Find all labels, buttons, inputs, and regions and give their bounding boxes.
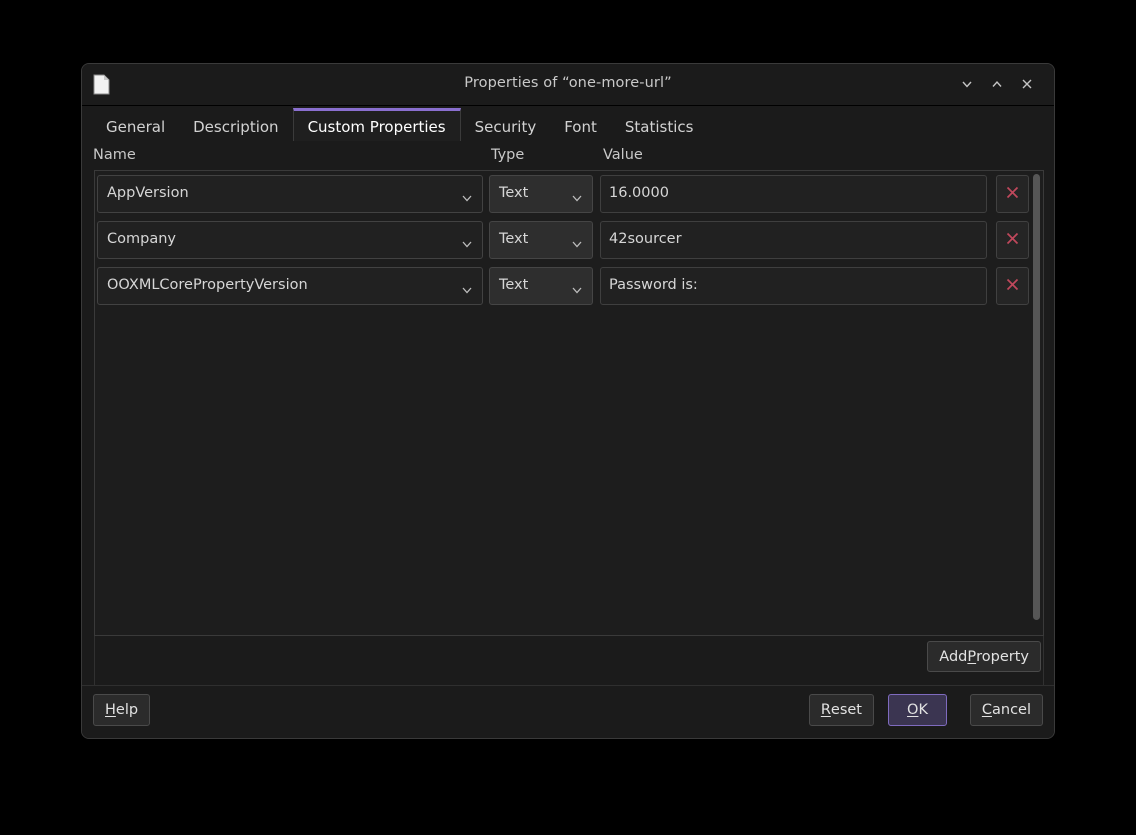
title-bar: Properties of “one-more-url” [82, 64, 1054, 106]
property-type-value: Text [499, 185, 529, 201]
property-type-dropdown[interactable]: Text [489, 175, 593, 213]
property-value-input[interactable]: Password is: [600, 267, 987, 305]
property-value-input[interactable]: 16.0000 [600, 175, 987, 213]
maximize-button[interactable] [984, 72, 1010, 96]
help-label-rest: elp [115, 702, 139, 718]
tab-bar: General Description Custom Properties Se… [82, 106, 1054, 142]
property-type-dropdown[interactable]: Text [489, 267, 593, 305]
reset-button[interactable]: Reset [808, 694, 874, 726]
tab-statistics[interactable]: Statistics [611, 111, 708, 142]
property-name-combobox[interactable]: OOXMLCorePropertyVersion [97, 267, 483, 305]
delete-property-button[interactable] [996, 267, 1029, 305]
minimize-button[interactable] [954, 72, 980, 96]
scrollbar-thumb[interactable] [1033, 174, 1040, 620]
tab-font[interactable]: Font [550, 111, 611, 142]
tab-label: General [106, 117, 166, 136]
tab-label: Custom Properties [307, 117, 446, 136]
property-value-text: Password is: [609, 277, 698, 293]
column-header-value: Value [603, 147, 643, 163]
tab-label: Description [193, 117, 279, 136]
cancel-label-rest: ancel [992, 702, 1031, 718]
chevron-down-icon [461, 189, 473, 202]
tab-custom-properties[interactable]: Custom Properties [292, 108, 461, 142]
properties-list-scrollbar[interactable] [1032, 174, 1041, 622]
chevron-down-icon [571, 281, 583, 294]
properties-dialog: Properties of “one-more-url” General Des… [81, 63, 1055, 739]
property-name-value: AppVersion [107, 185, 189, 201]
add-property-mnemonic: P [967, 648, 977, 665]
table-row: AppVersion Text 16.0000 [97, 175, 1029, 213]
tab-label: Security [474, 117, 537, 136]
add-property-area: Add Property [94, 636, 1044, 686]
property-type-value: Text [499, 277, 529, 293]
property-name-combobox[interactable]: AppVersion [97, 175, 483, 213]
column-header-name: Name [93, 147, 136, 163]
dialog-button-bar: Help Reset OK Cancel [82, 685, 1054, 738]
ok-label-rest: K [918, 702, 928, 718]
property-value-input[interactable]: 42sourcer [600, 221, 987, 259]
property-name-value: Company [107, 231, 176, 247]
window-title: Properties of “one-more-url” [464, 75, 672, 91]
tab-general[interactable]: General [92, 111, 179, 142]
table-row: OOXMLCorePropertyVersion Text Password i… [97, 267, 1029, 305]
ok-button[interactable]: OK [888, 694, 947, 726]
custom-properties-panel: Name Type Value AppVersion Text 16.0000 … [82, 142, 1054, 688]
delete-property-button[interactable] [996, 175, 1029, 213]
chevron-down-icon [461, 281, 473, 294]
close-x-icon [1004, 184, 1021, 205]
add-property-button[interactable]: Add Property [927, 641, 1041, 672]
chevron-down-icon [571, 235, 583, 248]
help-mnemonic: H [105, 702, 116, 718]
cancel-button[interactable]: Cancel [969, 694, 1043, 726]
tab-label: Font [564, 117, 597, 136]
column-headers: Name Type Value [82, 142, 1054, 170]
help-button[interactable]: Help [93, 694, 151, 726]
tab-strip: General Description Custom Properties Se… [92, 106, 707, 142]
property-value-text: 42sourcer [609, 231, 682, 247]
close-x-icon [1004, 230, 1021, 251]
ok-mnemonic: O [907, 702, 919, 718]
delete-property-button[interactable] [996, 221, 1029, 259]
property-type-dropdown[interactable]: Text [489, 221, 593, 259]
cancel-mnemonic: C [981, 702, 992, 718]
tab-description[interactable]: Description [179, 111, 292, 142]
property-name-combobox[interactable]: Company [97, 221, 483, 259]
column-header-type: Type [491, 147, 525, 163]
reset-label-rest: eset [830, 702, 862, 718]
chevron-down-icon [461, 235, 473, 248]
property-name-value: OOXMLCorePropertyVersion [107, 277, 308, 293]
table-row: Company Text 42sourcer [97, 221, 1029, 259]
property-value-text: 16.0000 [609, 185, 669, 201]
close-x-icon [1004, 276, 1021, 297]
chevron-down-icon [571, 189, 583, 202]
add-property-label-suffix: roperty [976, 648, 1029, 665]
tab-security[interactable]: Security [461, 111, 551, 142]
add-property-label-prefix: Add [939, 648, 968, 665]
close-button[interactable] [1014, 72, 1040, 96]
tab-label: Statistics [624, 117, 694, 136]
property-type-value: Text [499, 231, 529, 247]
properties-list: AppVersion Text 16.0000 Company Text 42s… [94, 170, 1044, 636]
reset-mnemonic: R [820, 702, 831, 718]
